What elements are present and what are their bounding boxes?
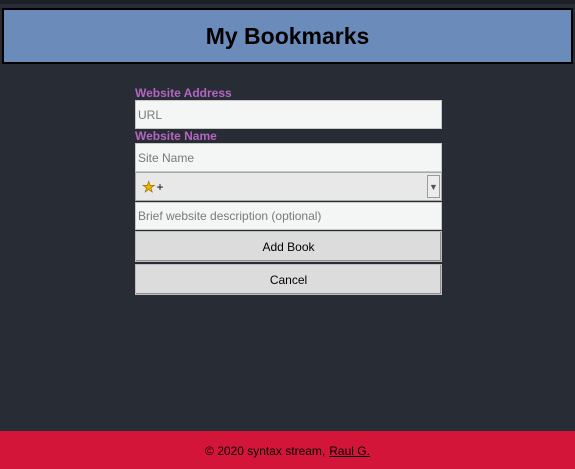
website-address-label: Website Address xyxy=(135,86,232,100)
app-header: My Bookmarks xyxy=(2,8,573,64)
star-icon: ★ xyxy=(142,178,156,196)
author-link[interactable]: Raul G. xyxy=(329,444,370,458)
chevron-down-icon[interactable]: ▼ xyxy=(427,175,440,198)
website-name-label: Website Name xyxy=(135,129,217,143)
cancel-button[interactable]: Cancel xyxy=(135,264,442,295)
site-name-input[interactable] xyxy=(135,143,442,172)
rating-select[interactable]: ★ + ▼ xyxy=(135,172,442,201)
add-book-button[interactable]: Add Book xyxy=(135,231,442,262)
description-input[interactable] xyxy=(135,202,442,230)
footer: © 2020 syntax stream, Raul G. xyxy=(0,431,575,469)
top-strip xyxy=(0,0,575,4)
add-bookmark-form: Website Address Website Name ★ + ▼ Add B… xyxy=(135,87,442,295)
page-title: My Bookmarks xyxy=(205,22,370,49)
rating-select-value: + xyxy=(156,179,164,194)
url-input[interactable] xyxy=(135,100,442,129)
footer-copyright: © 2020 syntax stream, xyxy=(205,444,326,458)
